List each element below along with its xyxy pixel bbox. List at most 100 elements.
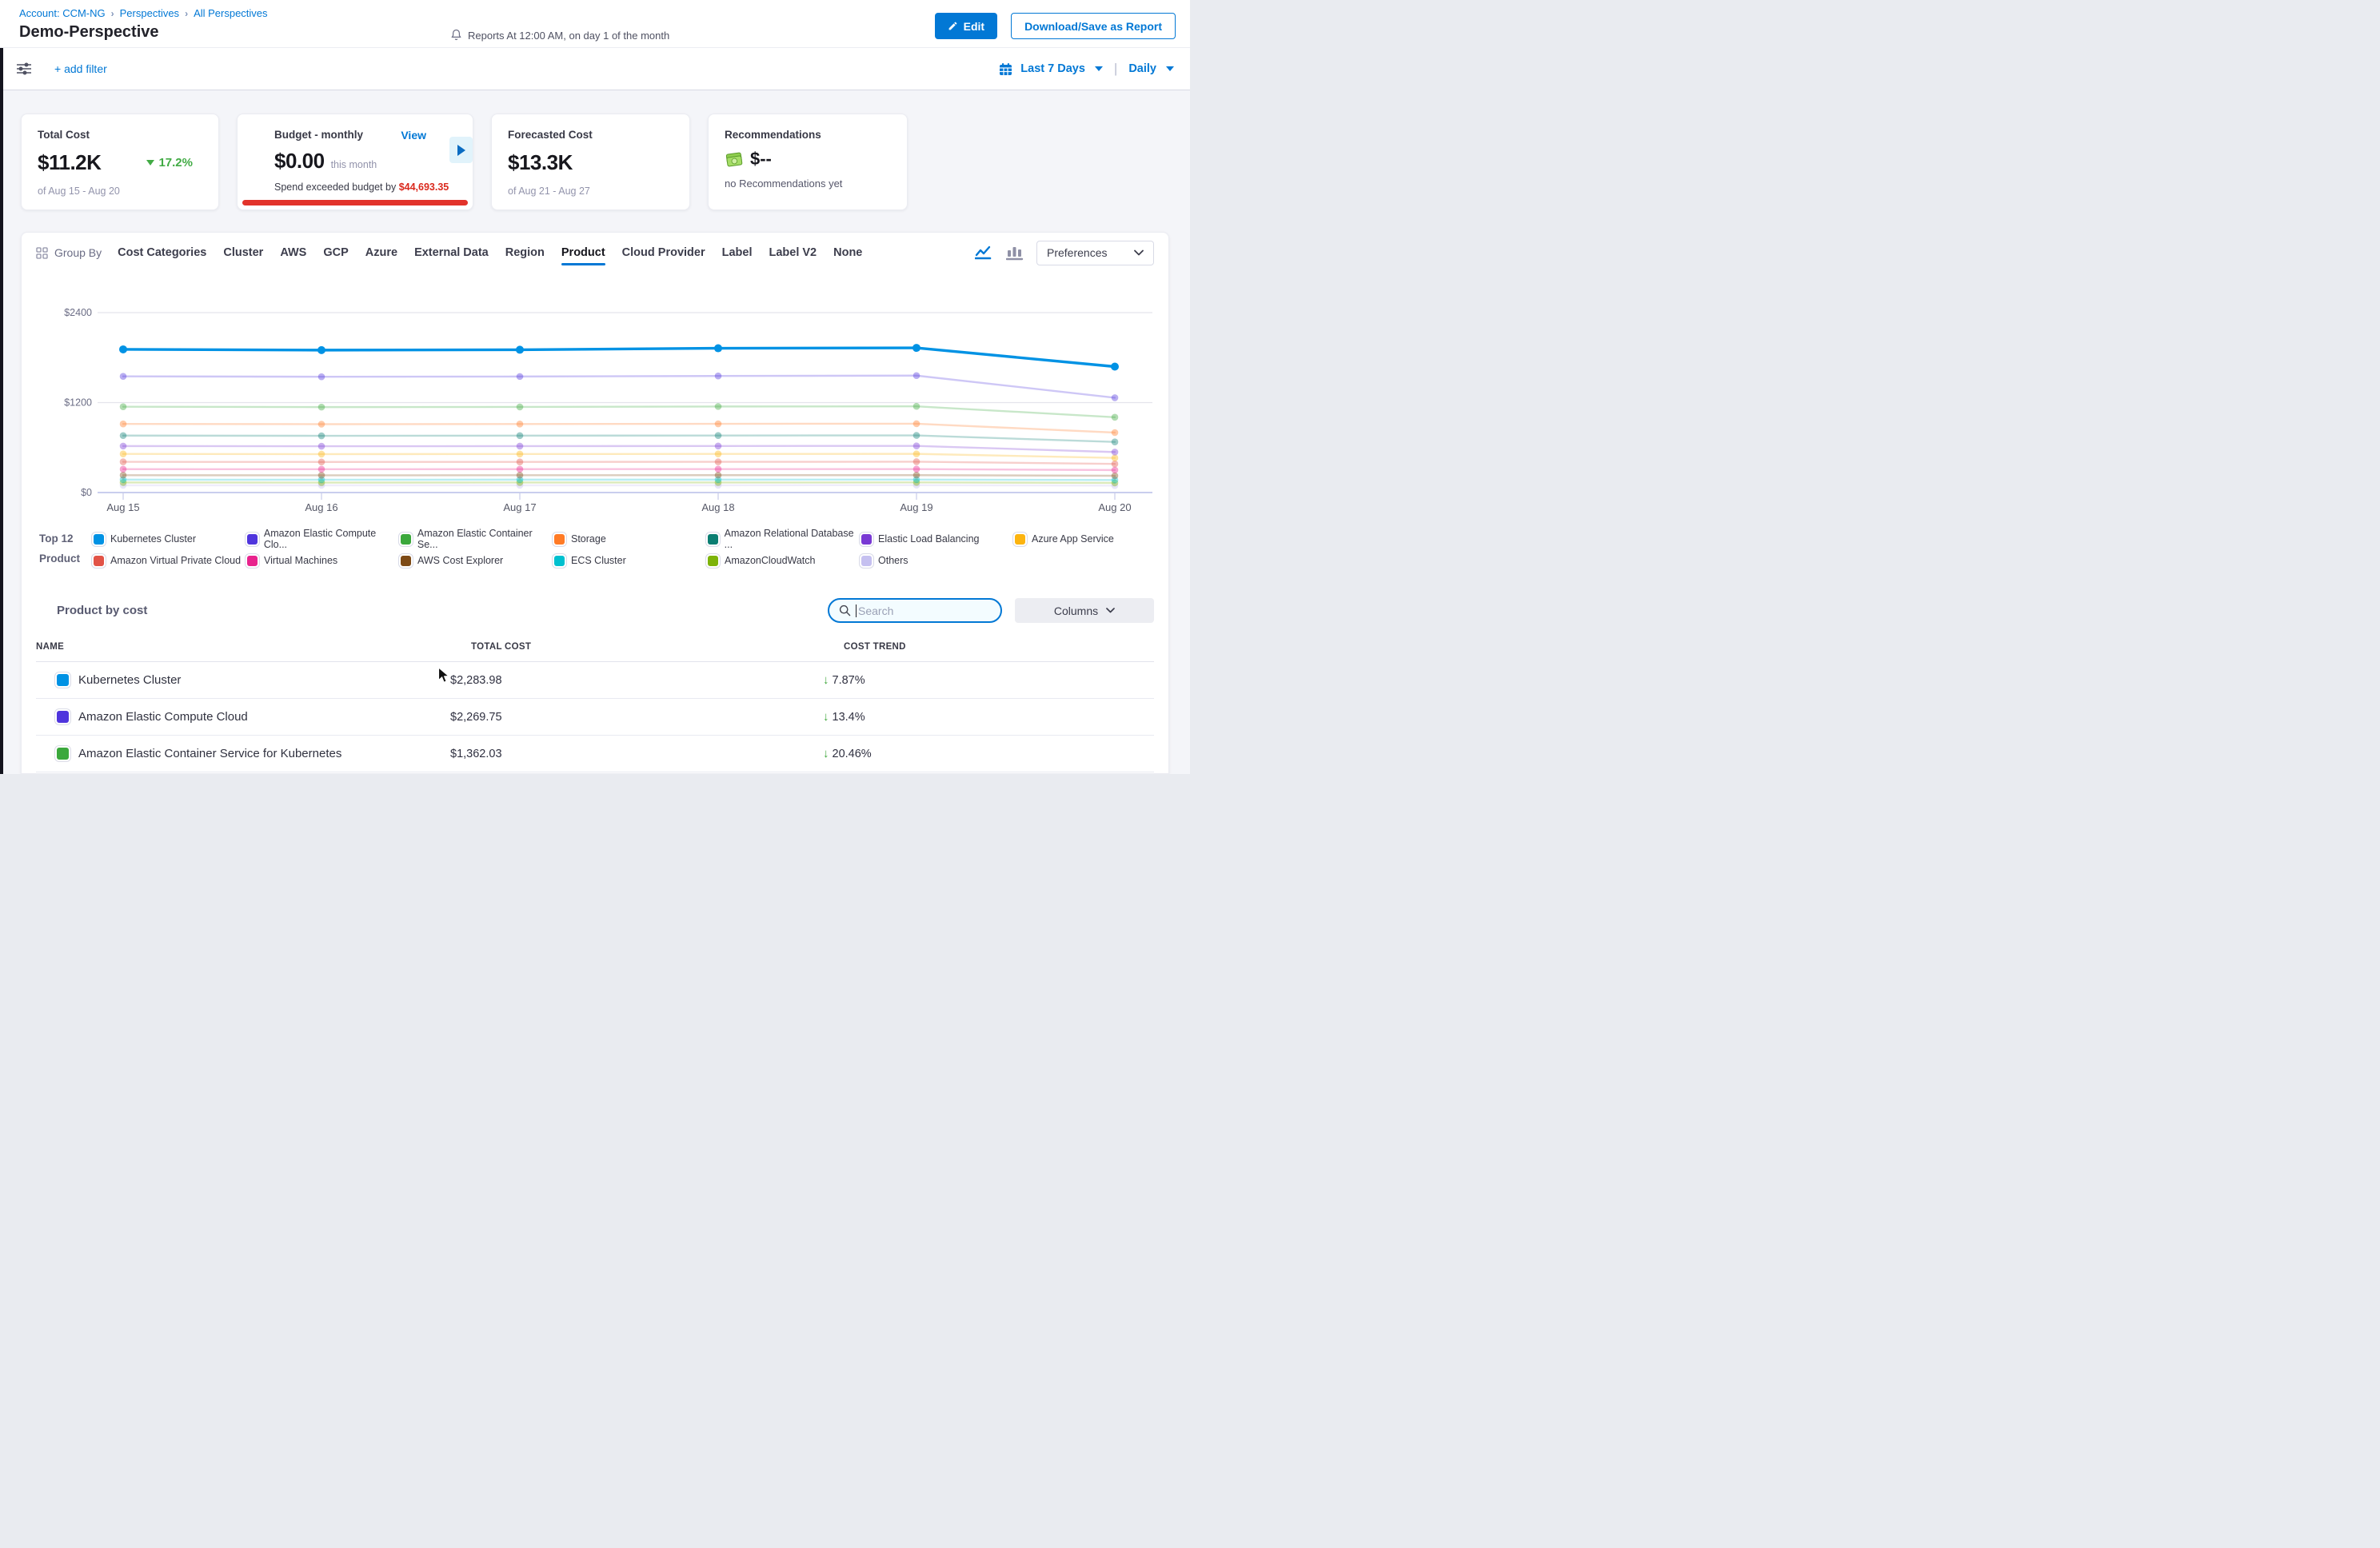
breadcrumb-separator: ›	[185, 8, 188, 19]
forecasted-cost-period: of Aug 21 - Aug 27	[508, 186, 673, 197]
download-save-report-button[interactable]: Download/Save as Report	[1011, 13, 1176, 39]
legend-label: Azure App Service	[1032, 533, 1114, 545]
legend-item[interactable]: Amazon Relational Database ...	[708, 529, 861, 549]
tab-cost-categories[interactable]: Cost Categories	[118, 235, 206, 270]
row-swatch	[57, 748, 69, 760]
legend-item[interactable]: Azure App Service	[1015, 529, 1168, 549]
filter-bar: + add filter Last 7 Days | Daily	[0, 48, 1190, 90]
budget-exceeded-text: Spend exceeded budget by $44,693.35	[274, 182, 457, 193]
divider: |	[1114, 61, 1117, 77]
legend-swatch	[94, 534, 104, 545]
line-chart-toggle[interactable]	[975, 245, 994, 261]
search-input[interactable]	[856, 604, 976, 617]
legend-label: Virtual Machines	[264, 555, 337, 566]
tab-external-data[interactable]: External Data	[414, 235, 489, 270]
svg-text:Aug 20: Aug 20	[1098, 501, 1131, 513]
bar-chart-toggle[interactable]	[1006, 245, 1024, 261]
table-row[interactable]: Amazon Elastic Container Service for Kub…	[36, 736, 1154, 772]
tab-cloud-provider[interactable]: Cloud Provider	[622, 235, 705, 270]
columns-dropdown[interactable]: Columns	[1015, 598, 1154, 623]
filter-sliders-icon[interactable]	[16, 62, 32, 76]
row-total-cost: $2,269.75	[450, 711, 823, 724]
forecasted-cost-title: Forecasted Cost	[508, 129, 673, 141]
recommendations-card: Recommendations $-- no Recommendations y…	[708, 114, 908, 210]
preferences-dropdown[interactable]: Preferences	[1036, 241, 1154, 265]
svg-text:Aug 18: Aug 18	[701, 501, 734, 513]
legend-label: Elastic Load Balancing	[878, 533, 979, 545]
total-cost-value: $11.2K	[38, 150, 101, 175]
add-filter-button[interactable]: + add filter	[54, 62, 107, 75]
tab-label[interactable]: Label	[722, 235, 753, 270]
legend-item[interactable]: Amazon Elastic Compute Clo...	[247, 529, 401, 549]
legend-item[interactable]: Kubernetes Cluster	[94, 529, 247, 549]
legend-item[interactable]: Others	[861, 550, 1015, 571]
row-swatch	[57, 674, 69, 686]
group-by-tabs: Cost Categories Cluster AWS GCP Azure Externa…	[118, 235, 862, 270]
breadcrumb-account-link[interactable]: Account: CCM-NG	[19, 7, 106, 19]
legend-item[interactable]: ECS Cluster	[554, 550, 708, 571]
col-header-cost-trend: COST TREND	[844, 642, 1154, 652]
table-header-row: NAME TOTAL COST COST TREND	[36, 642, 1154, 662]
row-total-cost: $1,362.03	[450, 748, 823, 760]
legend-label: Kubernetes Cluster	[110, 533, 196, 545]
trend-down-icon: ↓	[823, 673, 829, 687]
breadcrumb-perspectives-link[interactable]: Perspectives	[120, 7, 179, 19]
breadcrumb-separator: ›	[111, 8, 114, 19]
edit-button[interactable]: Edit	[935, 13, 997, 39]
row-name: Amazon Elastic Compute Cloud	[78, 710, 248, 724]
search-box	[828, 598, 1002, 623]
legend-item[interactable]: Elastic Load Balancing	[861, 529, 1015, 549]
legend-item[interactable]: AWS Cost Explorer	[401, 550, 554, 571]
legend-item[interactable]: AmazonCloudWatch	[708, 550, 861, 571]
legend-swatch	[861, 534, 872, 545]
budget-exceeded-amount: $44,693.35	[399, 182, 449, 193]
date-range-selector[interactable]: Last 7 Days	[1020, 62, 1085, 75]
legend-label: Others	[878, 555, 908, 566]
legend-swatch	[861, 556, 872, 566]
triangle-down-icon	[146, 160, 154, 166]
tab-azure[interactable]: Azure	[365, 235, 397, 270]
legend-item[interactable]: Storage	[554, 529, 708, 549]
tab-region[interactable]: Region	[505, 235, 545, 270]
svg-text:$0: $0	[81, 487, 92, 498]
grid-icon	[36, 247, 48, 259]
table-row[interactable]: Kubernetes Cluster$2,283.98↓7.87%	[36, 662, 1154, 699]
svg-text:$2400: $2400	[64, 307, 92, 318]
legend-title: Top 12 Product	[39, 529, 94, 571]
bell-icon	[450, 29, 462, 42]
budget-card: Budget - monthly View $0.00 this month S…	[237, 114, 473, 210]
tab-none[interactable]: None	[833, 235, 862, 270]
report-schedule-text: Reports At 12:00 AM, on day 1 of the mon…	[468, 30, 669, 42]
chevron-down-icon[interactable]	[1095, 66, 1103, 71]
granularity-selector[interactable]: Daily	[1128, 62, 1156, 75]
legend-swatch	[708, 534, 718, 545]
tab-aws[interactable]: AWS	[280, 235, 306, 270]
table-row[interactable]: Amazon Elastic Compute Cloud$2,269.75↓13…	[36, 699, 1154, 736]
tab-gcp[interactable]: GCP	[323, 235, 348, 270]
tab-cluster[interactable]: Cluster	[223, 235, 263, 270]
budget-view-link[interactable]: View	[401, 129, 426, 142]
perspective-panel: Group By Cost CategoriesClusterAWSGCPAzu…	[21, 232, 1169, 774]
recommendations-title: Recommendations	[725, 129, 891, 141]
table-section-title: Product by cost	[57, 604, 147, 617]
tab-product[interactable]: Product	[561, 235, 605, 270]
legend-item[interactable]: Amazon Elastic Container Se...	[401, 529, 554, 549]
budget-expand-button[interactable]	[449, 137, 473, 163]
search-icon	[839, 604, 851, 616]
total-cost-card: Total Cost $11.2K 17.2% of Aug 15 - Aug …	[21, 114, 219, 210]
recommendations-value: $--	[750, 149, 772, 170]
money-icon	[725, 150, 744, 168]
col-header-total-cost: TOTAL COST	[471, 642, 844, 652]
cost-table: NAME TOTAL COST COST TREND Kubernetes Cl…	[36, 642, 1154, 772]
breadcrumb-all-perspectives-link[interactable]: All Perspectives	[194, 7, 267, 19]
svg-text:Aug 19: Aug 19	[900, 501, 932, 513]
total-cost-period: of Aug 15 - Aug 20	[38, 186, 202, 197]
legend-label: Amazon Elastic Container Se...	[417, 528, 554, 550]
legend-item[interactable]: Amazon Virtual Private Cloud	[94, 550, 247, 571]
trend-down-icon: ↓	[823, 710, 829, 724]
legend-item[interactable]: Virtual Machines	[247, 550, 401, 571]
header-actions: Edit Download/Save as Report	[935, 13, 1176, 39]
chevron-down-icon[interactable]	[1166, 66, 1174, 71]
tab-label-v2[interactable]: Label V2	[769, 235, 817, 270]
perspective-dashboard: Account: CCM-NG › Perspectives › All Per…	[0, 0, 1190, 774]
